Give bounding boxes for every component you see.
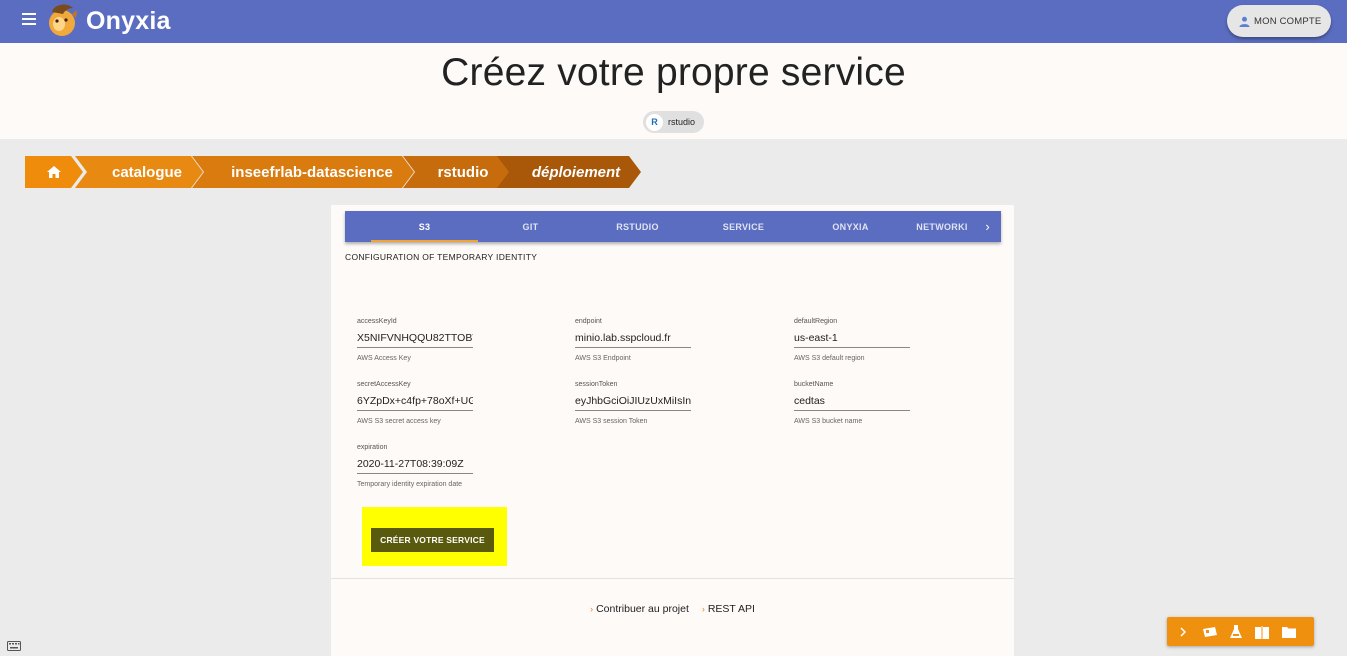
keyboard-icon[interactable] bbox=[7, 641, 21, 651]
menu-icon[interactable] bbox=[22, 13, 36, 25]
breadcrumb-home[interactable] bbox=[25, 156, 83, 188]
field-label: bucketName bbox=[794, 381, 834, 388]
chevron-right-icon: › bbox=[590, 604, 594, 614]
tab-rstudio[interactable]: RSTUDIO bbox=[584, 211, 691, 242]
chevron-right-icon: › bbox=[701, 604, 705, 614]
tab-service[interactable]: SERVICE bbox=[690, 211, 797, 242]
breadcrumb-catalogue[interactable]: catalogue bbox=[75, 156, 203, 188]
submit-highlight: CRÉER VOTRE SERVICE bbox=[362, 507, 507, 566]
field-label: sessionToken bbox=[575, 381, 618, 388]
field-default-region: defaultRegion AWS S3 default region bbox=[794, 318, 910, 362]
folder-icon[interactable] bbox=[1280, 623, 1298, 641]
page-hero: Créez votre propre service R rstudio bbox=[0, 43, 1347, 139]
breadcrumb-label: catalogue bbox=[111, 163, 183, 181]
service-config-card: S3 GIT RSTUDIO SERVICE ONYXIA NETWORKI ›… bbox=[331, 205, 1014, 656]
page-title: Créez votre propre service bbox=[441, 51, 906, 94]
field-help: Temporary identity expiration date bbox=[357, 480, 463, 488]
field-help: AWS Access Key bbox=[357, 354, 411, 362]
home-icon bbox=[47, 166, 61, 178]
breadcrumb-rstudio[interactable]: rstudio bbox=[403, 156, 511, 188]
rest-api-link[interactable]: › REST API bbox=[702, 603, 755, 615]
breadcrumb-label: rstudio bbox=[437, 163, 489, 181]
breadcrumb-label: déploiement bbox=[531, 163, 621, 181]
service-chip: R rstudio bbox=[643, 111, 705, 133]
chevron-right-icon[interactable] bbox=[1174, 623, 1192, 641]
access-key-id-input[interactable] bbox=[357, 329, 473, 348]
tab-git[interactable]: GIT bbox=[477, 211, 584, 242]
field-endpoint: endpoint AWS S3 Endpoint bbox=[575, 318, 691, 362]
secret-access-key-input[interactable] bbox=[357, 392, 473, 411]
field-help: AWS S3 session Token bbox=[575, 417, 648, 425]
account-button[interactable]: MON COMPTE bbox=[1227, 5, 1331, 37]
account-button-label: MON COMPTE bbox=[1254, 15, 1322, 27]
field-help: AWS S3 secret access key bbox=[357, 417, 441, 425]
field-help: AWS S3 default region bbox=[794, 354, 865, 362]
rstudio-icon: R bbox=[646, 113, 663, 131]
onyxia-logo[interactable] bbox=[45, 2, 79, 38]
breadcrumb-deploiement[interactable]: déploiement bbox=[497, 156, 641, 188]
brand-name[interactable]: Onyxia bbox=[86, 7, 171, 36]
catalog-icon[interactable] bbox=[1201, 623, 1219, 641]
user-icon bbox=[1239, 16, 1250, 27]
bucket-name-input[interactable] bbox=[794, 392, 910, 411]
field-help: AWS S3 Endpoint bbox=[575, 354, 631, 362]
footer-links: › Contribuer au projet › REST API bbox=[331, 603, 1014, 615]
chevron-right-icon[interactable]: › bbox=[974, 211, 1001, 242]
session-token-input[interactable] bbox=[575, 392, 691, 411]
field-session-token: sessionToken AWS S3 session Token bbox=[575, 381, 691, 425]
app-bar: Onyxia MON COMPTE bbox=[0, 0, 1347, 43]
rest-api-link-label: REST API bbox=[707, 603, 755, 615]
default-region-input[interactable] bbox=[794, 329, 910, 348]
contribute-link[interactable]: › Contribuer au projet bbox=[590, 603, 689, 615]
tab-onyxia[interactable]: ONYXIA bbox=[797, 211, 904, 242]
field-label: defaultRegion bbox=[794, 318, 838, 325]
field-help: AWS S3 bucket name bbox=[794, 417, 863, 425]
divider bbox=[331, 578, 1014, 579]
field-secret-access-key: secretAccessKey AWS S3 secret access key bbox=[357, 381, 473, 425]
contribute-link-label: Contribuer au projet bbox=[596, 603, 689, 615]
tab-s3[interactable]: S3 bbox=[371, 211, 478, 242]
expiration-input[interactable] bbox=[357, 455, 473, 474]
field-label: secretAccessKey bbox=[357, 381, 411, 388]
section-title: CONFIGURATION OF TEMPORARY IDENTITY bbox=[345, 252, 538, 262]
field-bucket-name: bucketName AWS S3 bucket name bbox=[794, 381, 910, 425]
endpoint-input[interactable] bbox=[575, 329, 691, 348]
flask-icon[interactable] bbox=[1227, 623, 1245, 641]
breadcrumb-label: inseefrlab-datascience bbox=[231, 163, 393, 181]
breadcrumb-inseefrlab-datascience[interactable]: inseefrlab-datascience bbox=[192, 156, 414, 188]
field-access-key-id: accessKeyId AWS Access Key bbox=[357, 318, 473, 362]
field-expiration: expiration Temporary identity expiration… bbox=[357, 444, 473, 488]
field-label: accessKeyId bbox=[357, 318, 397, 325]
book-icon[interactable] bbox=[1253, 623, 1271, 641]
config-tabs: S3 GIT RSTUDIO SERVICE ONYXIA NETWORKI › bbox=[345, 211, 1001, 242]
service-chip-label: rstudio bbox=[668, 117, 696, 127]
field-label: expiration bbox=[357, 444, 388, 451]
create-service-button[interactable]: CRÉER VOTRE SERVICE bbox=[371, 528, 494, 552]
quick-actions-toolbar bbox=[1167, 617, 1314, 646]
field-label: endpoint bbox=[575, 318, 602, 325]
